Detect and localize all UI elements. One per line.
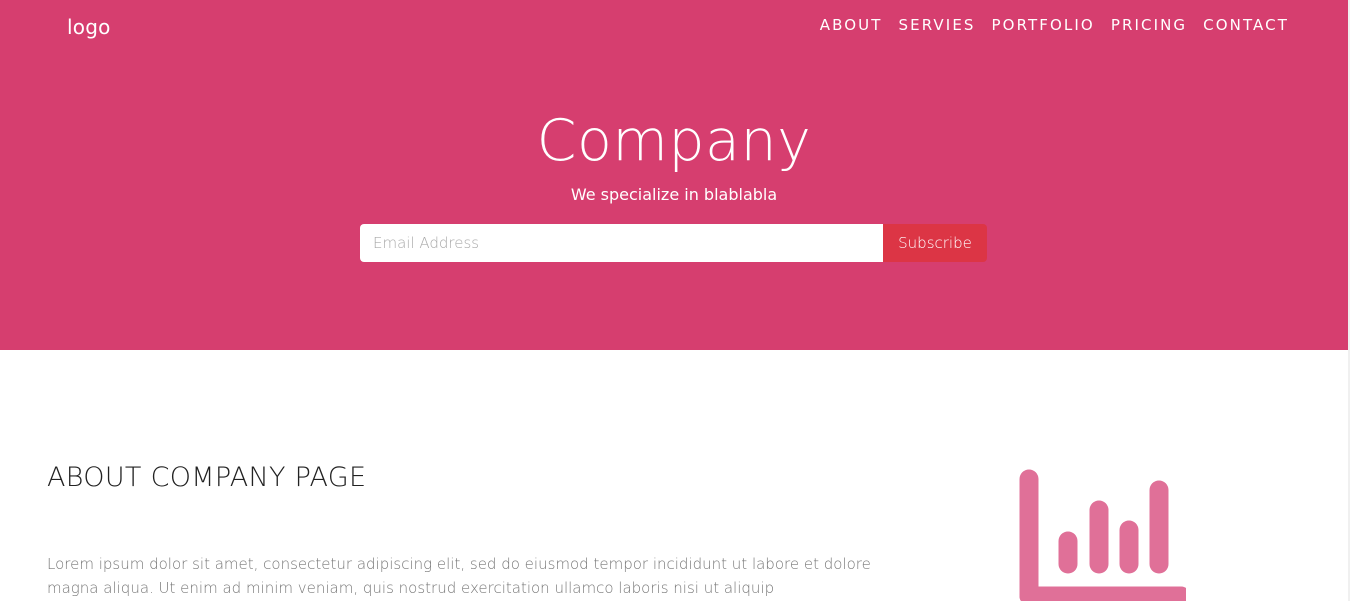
main-nav: ABOUT SERVIES PORTFOLIO PRICING CONTACT — [804, 16, 1289, 34]
nav-link-pricing[interactable]: PRICING — [1111, 16, 1187, 34]
hero-subtitle: We specialize in blablabla — [570, 185, 778, 204]
about-title: ABOUT COMPANY PAGE — [47, 462, 367, 493]
nav-link-portfolio[interactable]: PORTFOLIO — [992, 16, 1095, 34]
logo[interactable]: logo — [67, 15, 111, 39]
hero-title: Company — [536, 108, 812, 174]
bar-chart-icon — [1019, 469, 1186, 601]
nav-link-contact[interactable]: CONTACT — [1203, 16, 1289, 34]
nav-link-about[interactable]: ABOUT — [820, 16, 883, 34]
email-input[interactable] — [360, 224, 883, 262]
nav-link-services[interactable]: SERVIES — [899, 16, 976, 34]
about-text: Lorem ipsum dolor sit amet, consectetur … — [47, 555, 871, 597]
subscribe-button[interactable]: Subscribe — [883, 224, 987, 262]
subscribe-form: Subscribe — [360, 224, 987, 262]
hero-section: logo ABOUT SERVIES PORTFOLIO PRICING CON… — [0, 0, 1348, 350]
